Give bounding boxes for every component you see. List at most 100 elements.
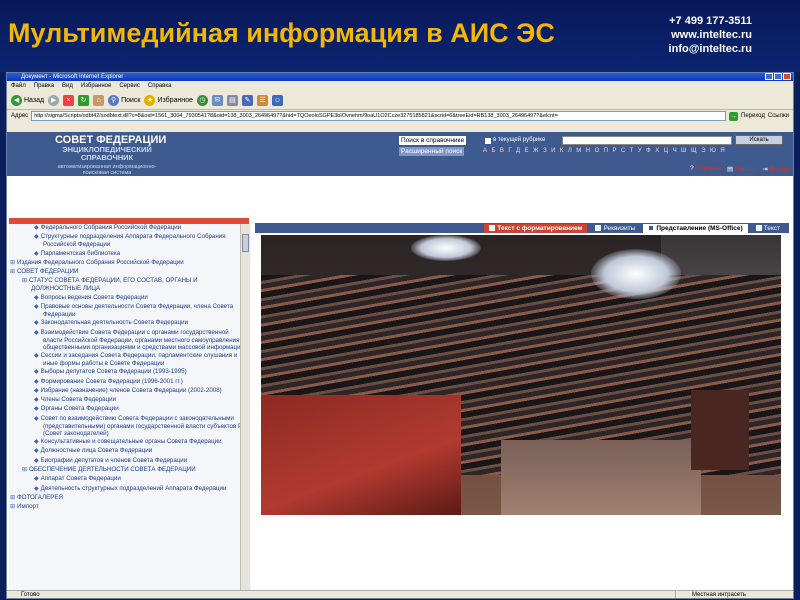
nav-tree-item[interactable]: ◆ Органы Совета Федерации	[9, 405, 251, 413]
document-bullet-icon: ◆	[34, 329, 39, 336]
nav-tree-item[interactable]: ◆ Избрание (назначение) членов Совета Фед…	[9, 387, 251, 395]
menu-help[interactable]: Справка	[148, 81, 172, 91]
document-bullet-icon: ◆	[34, 234, 39, 241]
nav-tree-item-label: Взаимодействие Совета Федерации с органа…	[40, 328, 244, 351]
menu-view[interactable]: Вид	[62, 81, 73, 91]
menu-file[interactable]: Файл	[11, 81, 26, 91]
nav-tree-item[interactable]: ◆ Должностные лица Совета Федерации	[9, 447, 251, 455]
search-label: Поиск	[121, 96, 141, 104]
home-icon[interactable]: ⌂	[93, 94, 105, 106]
print-icon[interactable]: ▤	[226, 94, 238, 106]
nav-tree-item[interactable]: ⊞ СОВЕТ ФЕДЕРАЦИИ	[9, 268, 251, 276]
help-icon: ?	[690, 165, 694, 172]
folder-icon: ⊞	[10, 259, 16, 266]
forward-arrow-icon[interactable]: ▶	[48, 94, 60, 106]
menu-edit[interactable]: Правка	[34, 81, 54, 91]
nav-scrollbar[interactable]	[240, 224, 250, 592]
tab-label: Текст	[763, 224, 780, 232]
nav-tree-item[interactable]: ◆ Совет по взаимодействию Совета Федераци…	[9, 415, 251, 437]
back-button[interactable]: ◀ Назад	[11, 94, 44, 106]
nav-tree-item-label: Деятельность структурных подразделений А…	[40, 484, 227, 492]
nav-tree-item-label: Биографии депутатов и членов Совета Феде…	[40, 456, 188, 464]
maximize-button[interactable]	[774, 73, 782, 80]
nav-tree-item[interactable]: ⊞ ОБЕСПЕЧЕНИЕ ДЕЯТЕЛЬНОСТИ СОВЕТА ФЕДЕРАЦ…	[9, 466, 251, 474]
nav-tree-item-label: Издания Федерального Собрания Российской…	[17, 258, 184, 266]
nav-tree-item[interactable]: ◆ Сессии и заседания Совета Федерации, па…	[9, 352, 251, 367]
history-icon[interactable]: ◷	[196, 94, 208, 106]
phone: +7 499 177-3511	[669, 15, 752, 27]
address-input[interactable]: http://sigma/Scripts/odbt42/sodbtext.dll…	[31, 111, 727, 121]
nav-tree-item[interactable]: ⊞ Издания Федерального Собрания Российско…	[9, 259, 251, 267]
document-bullet-icon: ◆	[34, 406, 39, 413]
tab-ms-office[interactable]: Представление (MS-Office)	[643, 223, 748, 233]
nav-tree-item[interactable]: ◆ Структурные подразделения Аппарата Феде…	[9, 233, 251, 248]
nav-tree-item[interactable]: ◆ Биографии депутатов и членов Совета Фед…	[9, 457, 251, 465]
print-label: Печать	[734, 166, 757, 173]
nav-tree-item[interactable]: ◆ Деятельность структурных подразделений …	[9, 485, 251, 493]
nav-tree-item[interactable]: ◆ Федерального Собрания Российской Федера…	[9, 224, 251, 232]
advanced-search-link[interactable]: Расширенный поиск	[399, 147, 465, 156]
nav-tree-item[interactable]: ◆ Консультативные и совещательные органы …	[9, 438, 251, 446]
menu-favorites[interactable]: Избранное	[81, 81, 111, 91]
nav-tree-item-label: СОВЕТ ФЕДЕРАЦИИ	[17, 268, 79, 276]
nav-tree-item[interactable]: ◆ Выборы депутатов Совета Федерации (1993…	[9, 368, 251, 376]
nav-tree-item[interactable]: ◆ Взаимодействие Совета Федерации с орган…	[9, 329, 251, 351]
nav-tree-item[interactable]: ⊞ Импорт	[9, 503, 251, 511]
minimize-button[interactable]	[765, 73, 773, 80]
favorites-button[interactable]: ★ Избранное	[144, 94, 193, 106]
print-link[interactable]: ▤ Печать	[727, 165, 756, 173]
rubric-checkbox[interactable]: в текущей рубрике	[485, 136, 545, 145]
document-bullet-icon: ◆	[34, 352, 39, 359]
discuss-icon[interactable]: ☰	[256, 94, 268, 106]
document-bullet-icon: ◆	[34, 476, 39, 483]
tab-attributes[interactable]: Реквизиты	[590, 224, 640, 233]
slide-title: Мультимедийная информация в АИС ЭС	[8, 18, 555, 48]
document-icon	[489, 225, 496, 231]
help-label: Справка	[695, 165, 722, 172]
office-icon	[648, 225, 655, 231]
folder-icon: ⊞	[10, 269, 16, 276]
alphabet-index[interactable]: А Б В Г Д Е Ж З И К Л М Н О П Р С Т У Ф …	[483, 147, 726, 156]
nav-tree-item[interactable]: ◆ Аппарат Совета Федерации	[9, 475, 251, 483]
go-label[interactable]: Переход	[741, 113, 765, 119]
exit-link[interactable]: ⇥ Выход	[762, 165, 789, 173]
scrollbar-thumb[interactable]	[242, 234, 249, 252]
menu-tools[interactable]: Сервис	[119, 81, 140, 91]
mail-icon[interactable]: ✉	[211, 94, 223, 106]
tab-formatted-text[interactable]: Текст с форматированием	[484, 223, 588, 233]
close-button[interactable]	[783, 73, 791, 80]
nav-tree-item[interactable]: ⊞ ФОТОГАЛЕРЕЯ	[9, 494, 251, 502]
nav-tree-item-label: Парламентская библиотека	[40, 249, 121, 257]
help-link[interactable]: ? Справка	[690, 165, 721, 173]
go-arrow-icon[interactable]: →	[729, 111, 739, 121]
nav-tree-item[interactable]: ◆ Вопросы ведения Совета Федерации	[9, 294, 251, 302]
search-label[interactable]: Поиск в справочнике	[399, 136, 467, 145]
address-bar: Адрес http://sigma/Scripts/odbt42/sodbte…	[7, 110, 793, 122]
refresh-icon[interactable]: ↻	[78, 94, 90, 106]
exit-icon: ⇥	[762, 166, 768, 173]
nav-tree-item[interactable]: ⊞ СТАТУС СОВЕТА ФЕДЕРАЦИИ, ЕГО СОСТАВ, ОР…	[9, 277, 251, 292]
rubric-label: в текущей рубрике	[493, 137, 546, 143]
view-tabs: Текст с форматированием Реквизиты Предст…	[255, 223, 789, 233]
page-content: СОВЕТ ФЕДЕРАЦИИ ЭНЦИКЛОПЕДИЧЕСКИЙ СПРАВО…	[7, 132, 793, 592]
folder-icon: ⊞	[22, 466, 28, 473]
messenger-icon[interactable]: ☺	[271, 94, 283, 106]
nav-tree-item-label: СТАТУС СОВЕТА ФЕДЕРАЦИИ, ЕГО СОСТАВ, ОРГ…	[29, 277, 198, 293]
nav-tree-item[interactable]: ◆ Формирование Совета Федерации (1996-200…	[9, 378, 251, 386]
nav-tree-item[interactable]: ◆ Члены Совета Федерации	[9, 396, 251, 404]
document-bullet-icon: ◆	[34, 415, 39, 422]
find-button[interactable]: Искать	[735, 135, 783, 145]
document-view	[255, 233, 789, 592]
stop-icon[interactable]: ×	[63, 94, 75, 106]
links-label[interactable]: Ссылки	[768, 113, 789, 119]
photo-light	[591, 249, 681, 299]
search-input[interactable]	[562, 136, 732, 145]
search-button[interactable]: ⚲ Поиск	[108, 94, 141, 106]
nav-tree-item[interactable]: ◆ Законодательная деятельность Совета Фед…	[9, 319, 251, 327]
nav-tree-item[interactable]: ◆ Парламентская библиотека	[9, 250, 251, 258]
edit-icon[interactable]: ✎	[241, 94, 253, 106]
checkbox-icon[interactable]	[485, 137, 491, 144]
nav-tree-item[interactable]: ◆ Правовые основы деятельности Совета Фед…	[9, 303, 251, 318]
website: www.inteltec.ru	[671, 29, 752, 41]
tab-text[interactable]: Текст	[751, 224, 785, 233]
